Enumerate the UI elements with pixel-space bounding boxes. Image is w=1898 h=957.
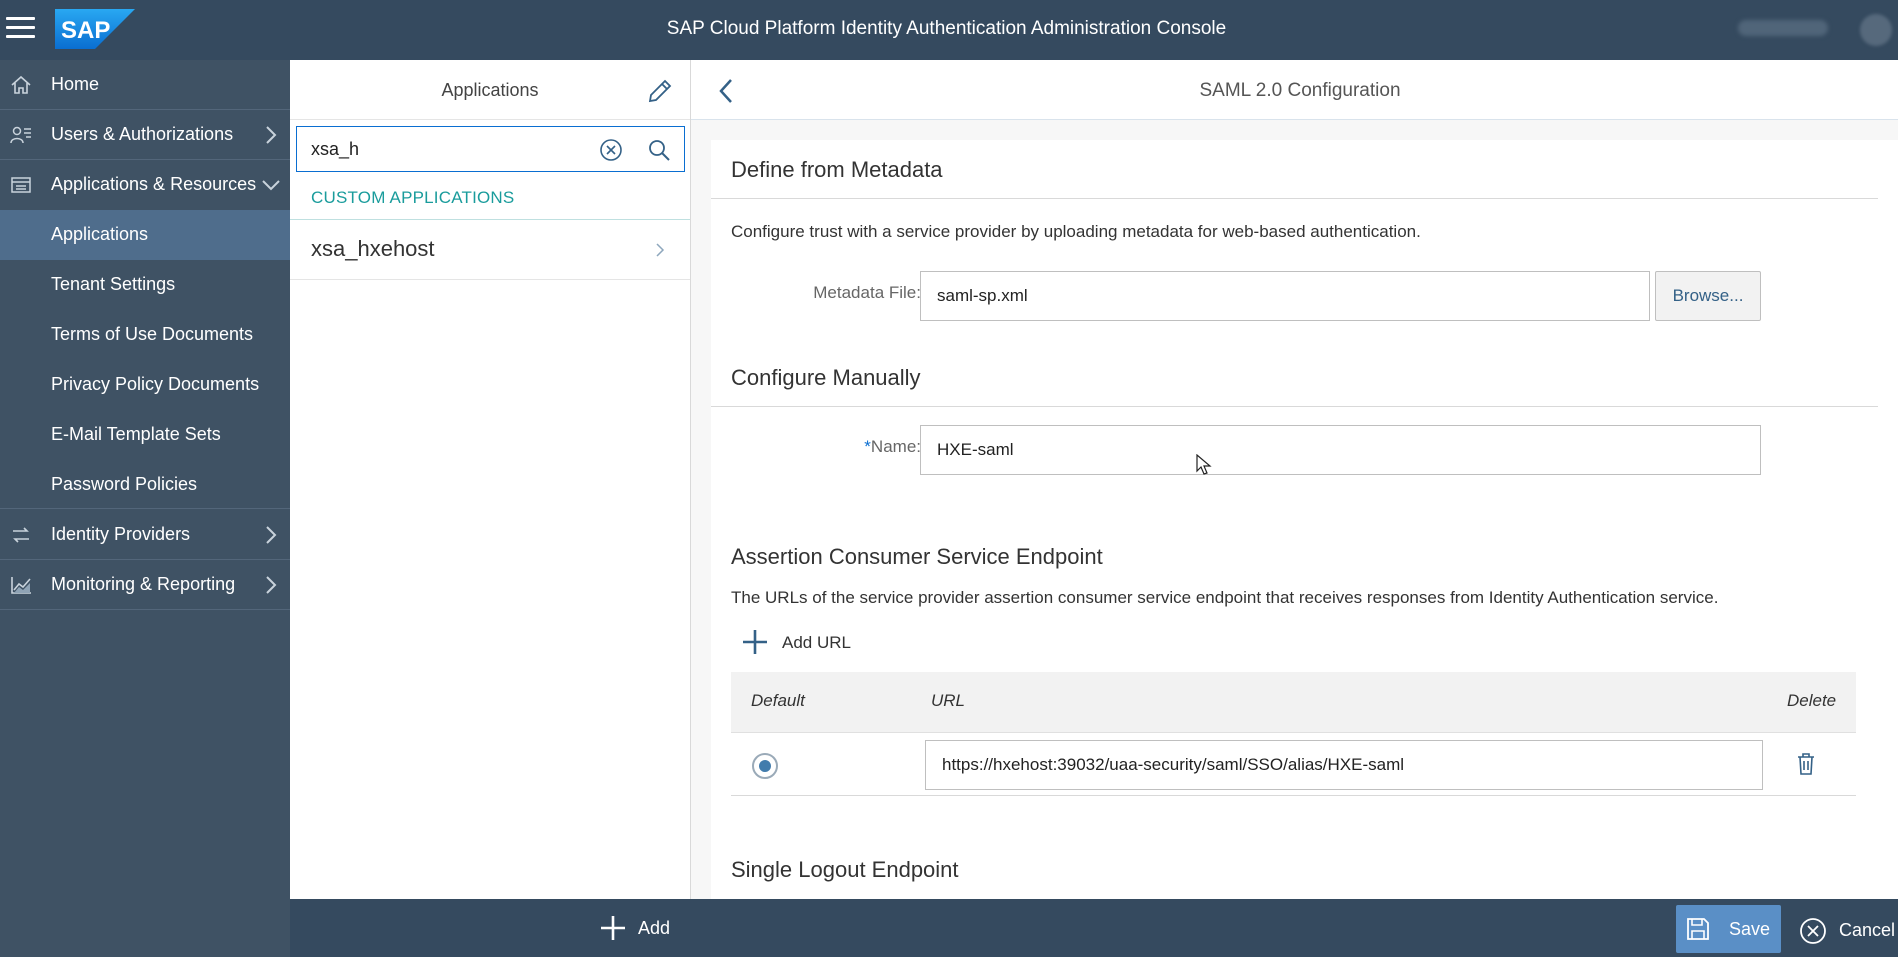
app-title: SAP Cloud Platform Identity Authenticati… bbox=[666, 18, 1227, 39]
section-title-acs: Assertion Consumer Service Endpoint bbox=[731, 544, 1103, 569]
sidebar-item-label: Tenant Settings bbox=[51, 274, 176, 294]
saml-form: Define from Metadata Configure trust wit… bbox=[711, 140, 1898, 899]
applications-list-panel: Applications CUSTOM APPLICATIONS xsa_hxe… bbox=[290, 60, 691, 899]
metadata-description: Configure trust with a service provider … bbox=[731, 222, 1421, 241]
section-title-manual: Configure Manually bbox=[731, 365, 921, 390]
sidebar-item-label: Applications & Resources bbox=[51, 174, 257, 194]
list-item-label: xsa_hxehost bbox=[311, 236, 435, 261]
chevron-right-icon bbox=[656, 243, 665, 257]
sidebar-item-home[interactable]: Home bbox=[0, 60, 290, 110]
shell-header: SAP SAP Cloud Platform Identity Authenti… bbox=[0, 0, 1898, 60]
sidebar-item-email-templates[interactable]: E-Mail Template Sets bbox=[0, 410, 290, 460]
default-radio[interactable] bbox=[752, 753, 778, 779]
group-header: CUSTOM APPLICATIONS bbox=[290, 178, 690, 220]
section-title-metadata: Define from Metadata bbox=[731, 157, 943, 182]
list-footer: Add bbox=[290, 899, 691, 957]
chevron-right-icon bbox=[266, 526, 277, 544]
name-field[interactable] bbox=[920, 425, 1761, 475]
sidebar-item-users-authorizations[interactable]: Users & Authorizations bbox=[0, 110, 290, 160]
sidebar-item-tenant-settings[interactable]: Tenant Settings bbox=[0, 260, 290, 310]
clear-icon[interactable] bbox=[599, 138, 623, 162]
column-header-delete: Delete bbox=[1787, 691, 1837, 710]
name-label-text: Name: bbox=[870, 437, 921, 456]
sidebar-navigation: Home Users & Authorizations Applications… bbox=[0, 60, 290, 957]
detail-header: SAML 2.0 Configuration bbox=[691, 60, 1898, 120]
sidebar-item-label: E-Mail Template Sets bbox=[51, 424, 221, 444]
sidebar-item-applications-resources[interactable]: Applications & Resources bbox=[0, 160, 290, 210]
acs-description: The URLs of the service provider asserti… bbox=[731, 588, 1719, 607]
sidebar-item-label: Identity Providers bbox=[51, 524, 191, 544]
detail-panel: SAML 2.0 Configuration Define from Metad… bbox=[691, 60, 1898, 899]
sidebar-item-identity-providers[interactable]: Identity Providers bbox=[0, 510, 290, 560]
add-url-label: Add URL bbox=[782, 633, 851, 652]
add-application-button[interactable]: Add bbox=[600, 913, 680, 943]
sidebar-item-monitoring-reporting[interactable]: Monitoring & Reporting bbox=[0, 560, 290, 610]
monitoring-icon bbox=[11, 577, 31, 594]
page-title: SAML 2.0 Configuration bbox=[1199, 80, 1401, 101]
section-title-slo: Single Logout Endpoint bbox=[731, 857, 959, 882]
save-icon bbox=[1687, 918, 1709, 940]
save-label: Save bbox=[1729, 919, 1771, 939]
cancel-button[interactable]: Cancel bbox=[1794, 905, 1898, 953]
list-item[interactable]: xsa_hxehost bbox=[290, 220, 690, 280]
acs-url-table: Default URL Delete bbox=[731, 672, 1856, 797]
sidebar-item-label: Password Policies bbox=[51, 474, 198, 494]
divider bbox=[711, 198, 1878, 199]
sidebar-item-label: Applications bbox=[51, 224, 149, 244]
group-header-label: CUSTOM APPLICATIONS bbox=[311, 188, 515, 207]
mouse-cursor-icon bbox=[1196, 454, 1212, 475]
cancel-label: Cancel bbox=[1839, 920, 1896, 940]
identity-providers-icon bbox=[13, 527, 29, 543]
avatar[interactable] bbox=[1860, 14, 1892, 46]
chevron-right-icon bbox=[266, 126, 277, 144]
chevron-down-icon bbox=[262, 180, 280, 191]
list-title: Applications bbox=[441, 80, 539, 100]
search-field[interactable] bbox=[296, 126, 685, 172]
divider bbox=[711, 406, 1878, 407]
add-url-button[interactable]: Add URL bbox=[741, 628, 881, 658]
chevron-right-icon bbox=[266, 576, 277, 594]
table-row bbox=[731, 733, 1856, 796]
sidebar-item-label: Terms of Use Documents bbox=[51, 324, 254, 344]
sidebar-item-label: Privacy Policy Documents bbox=[51, 374, 260, 394]
metadata-file-field[interactable] bbox=[920, 271, 1650, 321]
column-header-url: URL bbox=[931, 691, 966, 710]
sidebar-item-label: Users & Authorizations bbox=[51, 124, 234, 144]
save-button[interactable]: Save bbox=[1676, 905, 1781, 953]
plus-icon bbox=[743, 630, 767, 654]
table-header: Default URL Delete bbox=[731, 672, 1856, 733]
browse-button[interactable]: Browse... bbox=[1655, 271, 1761, 321]
edit-icon[interactable] bbox=[646, 77, 674, 105]
add-label: Add bbox=[638, 918, 671, 938]
sidebar-item-label: Monitoring & Reporting bbox=[51, 574, 236, 594]
user-name[interactable] bbox=[1738, 20, 1828, 36]
column-header-default: Default bbox=[751, 691, 805, 710]
sidebar-item-privacy-policy[interactable]: Privacy Policy Documents bbox=[0, 360, 290, 410]
list-header: Applications bbox=[290, 60, 690, 120]
home-icon bbox=[11, 75, 31, 94]
name-label: *Name: bbox=[771, 437, 921, 457]
sidebar-item-applications[interactable]: Applications bbox=[0, 210, 290, 260]
detail-footer: Save Cancel bbox=[691, 899, 1898, 957]
sidebar-item-password-policies[interactable]: Password Policies bbox=[0, 460, 290, 509]
users-icon bbox=[10, 126, 31, 144]
required-marker: * bbox=[864, 437, 871, 456]
url-field[interactable] bbox=[925, 740, 1763, 790]
plus-icon bbox=[601, 916, 625, 940]
search-icon[interactable] bbox=[647, 138, 671, 162]
trash-icon[interactable] bbox=[1795, 752, 1817, 776]
sidebar-item-label: Home bbox=[51, 74, 100, 94]
sidebar-item-terms-of-use[interactable]: Terms of Use Documents bbox=[0, 310, 290, 360]
cancel-icon bbox=[1800, 918, 1826, 944]
search-input[interactable] bbox=[311, 136, 591, 162]
applications-icon bbox=[11, 177, 31, 193]
metadata-file-label: Metadata File: bbox=[813, 283, 921, 302]
